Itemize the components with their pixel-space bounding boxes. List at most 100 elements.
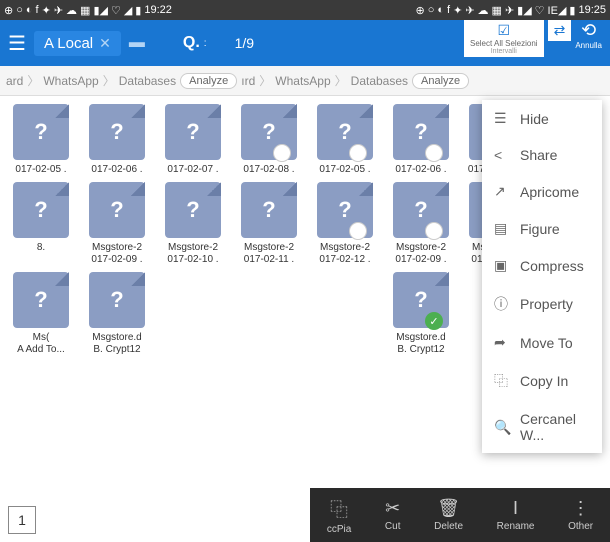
file-item[interactable]: ? 017-02-05 . (4, 100, 78, 176)
copy-button[interactable]: ⿻ccPia (327, 496, 351, 535)
file-item[interactable]: ? 017-02-08 . (232, 100, 306, 176)
file-item[interactable]: ?017-02-05 . (308, 100, 382, 176)
file-item[interactable] (156, 268, 230, 356)
menu-cercanel[interactable]: 🔍Cercanel W... (482, 401, 602, 453)
toolbar: ☰ A Local ✕ ▬ Q. : 1/9 ☑ Select All Sele… (0, 20, 610, 66)
file-label: Msgstore-2017-02-11 . (232, 242, 306, 266)
file-item[interactable] (308, 268, 382, 356)
menu-icon[interactable]: ☰ (8, 31, 26, 56)
file-item[interactable]: ?Ms(A Add To... (4, 268, 78, 356)
file-item[interactable]: ? Msgstore-2017-02-09 . (384, 178, 458, 266)
file-label: Msgstore.dB. Crypt12 (80, 332, 154, 356)
file-icon: ? (89, 272, 145, 328)
rename-button[interactable]: IRename (497, 498, 535, 532)
file-icon: ? (165, 104, 221, 160)
breadcrumb: ard 〉 WhatsApp 〉 Databases Analyze ırd 〉… (0, 66, 610, 96)
file-label: 017-02-07 . (156, 164, 230, 176)
file-icon: ? (13, 272, 69, 328)
page-indicator: 1/9 (235, 35, 254, 51)
select-all-button[interactable]: ☑ Select All Selezioni Intervalli (464, 20, 544, 57)
file-label: 017-02-05 . (4, 164, 78, 176)
search-area: Q. : (183, 34, 207, 52)
swap-button[interactable]: ⇄ (548, 20, 572, 41)
file-item[interactable]: ? Msgstore-2017-02-12 . (308, 178, 382, 266)
menu-figure[interactable]: ▤Figure (482, 210, 602, 247)
file-item[interactable]: ?✓ Msgstore.dB. Crypt12 (384, 268, 458, 356)
breadcrumb-seg[interactable]: Databases (351, 74, 408, 88)
file-item[interactable]: ?Msgstore-2017-02-10 . (156, 178, 230, 266)
menu-share[interactable]: <Share (482, 137, 602, 173)
file-icon: ? (13, 182, 69, 238)
breadcrumb-seg[interactable]: ard (6, 74, 23, 88)
selection-circle[interactable] (425, 144, 443, 162)
delete-icon: 🗑 (434, 498, 463, 519)
file-label: Msgstore-2017-02-09 . (384, 242, 458, 266)
file-item[interactable]: ? 8. (4, 178, 78, 266)
file-item[interactable]: ?017-02-06 . (384, 100, 458, 176)
share-icon: < (494, 147, 510, 163)
chevron-right-icon: 〉 (27, 72, 39, 89)
tab-icon[interactable]: ▬ (129, 34, 145, 52)
file-icon: ? (317, 182, 373, 238)
file-item[interactable]: ?017-02-06 . (80, 100, 154, 176)
location-label: A Local (44, 35, 93, 52)
selection-circle[interactable] (273, 144, 291, 162)
file-item[interactable] (232, 268, 306, 356)
check-icon: ✓ (425, 312, 443, 330)
location-chip[interactable]: A Local ✕ (34, 31, 121, 56)
cut-button[interactable]: ✂Cut (385, 498, 401, 532)
file-icon: ? (89, 182, 145, 238)
open-icon: ↗ (494, 183, 510, 200)
menu-hide[interactable]: ☰Hide (482, 100, 602, 137)
search-icon: Q. (183, 34, 200, 52)
undo-button[interactable]: ⟲ Annulla (575, 20, 602, 50)
move-icon: ➦ (494, 334, 510, 351)
search-icon: 🔍 (494, 419, 510, 436)
file-label: Msgstore.dB. Crypt12 (384, 332, 458, 356)
page-counter[interactable]: 1 (8, 506, 36, 534)
context-menu: ☰Hide <Share ↗Apricome ▤Figure ▣Compress… (482, 100, 602, 453)
file-icon: ? (13, 104, 69, 160)
file-label: 8. (4, 242, 78, 254)
figure-icon: ▤ (494, 220, 510, 237)
file-icon: ? (317, 104, 373, 160)
selection-circle[interactable] (425, 222, 443, 240)
file-label: Msgstore-2017-02-10 . (156, 242, 230, 266)
menu-moveto[interactable]: ➦Move To (482, 324, 602, 361)
other-button[interactable]: ⋮Other (568, 498, 593, 532)
file-icon: ?✓ (393, 272, 449, 328)
file-label: Msgstore-2017-02-12 . (308, 242, 382, 266)
file-icon: ? (393, 182, 449, 238)
file-label: 017-02-08 . (232, 164, 306, 176)
analyze-button[interactable]: Analyze (180, 73, 237, 89)
breadcrumb-seg[interactable]: WhatsApp (43, 74, 98, 88)
breadcrumb-seg[interactable]: Databases (119, 74, 176, 88)
menu-apricome[interactable]: ↗Apricome (482, 173, 602, 210)
file-label: 017-02-06 . (384, 164, 458, 176)
file-item[interactable]: ?Msgstore-2017-02-09 . (80, 178, 154, 266)
file-item[interactable]: ? Msgstore.dB. Crypt12 (80, 268, 154, 356)
menu-property[interactable]: ⓘProperty (482, 284, 602, 324)
file-icon: ? (89, 104, 145, 160)
file-item[interactable]: ? 017-02-07 . (156, 100, 230, 176)
copy-icon: ⿻ (494, 371, 510, 391)
info-icon: ⓘ (494, 294, 510, 314)
breadcrumb-seg[interactable]: WhatsApp (275, 74, 330, 88)
analyze-button[interactable]: Analyze (412, 73, 469, 89)
breadcrumb-seg[interactable]: ırd (241, 74, 255, 88)
compress-icon: ▣ (494, 257, 510, 274)
more-icon: ⋮ (568, 498, 593, 519)
cut-icon: ✂ (385, 498, 401, 519)
menu-compress[interactable]: ▣Compress (482, 247, 602, 284)
menu-copyin[interactable]: ⿻Copy In (482, 361, 602, 401)
hide-icon: ☰ (494, 110, 510, 127)
status-bar: ⊕○◐f✦✈☁▦ ▮◢♡◢▮19:22 ⊕○◐f✦✈☁▦✈ ▮◢♡IE◢▮19:… (0, 0, 610, 20)
bottom-bar: ⿻ccPia ✂Cut 🗑Delete IRename ⋮Other (310, 488, 610, 542)
close-icon[interactable]: ✕ (99, 35, 111, 52)
delete-button[interactable]: 🗑Delete (434, 498, 463, 532)
selection-circle[interactable] (349, 144, 367, 162)
file-icon: ? (241, 104, 297, 160)
file-icon: ? (241, 182, 297, 238)
selection-circle[interactable] (349, 222, 367, 240)
file-item[interactable]: ? Msgstore-2017-02-11 . (232, 178, 306, 266)
